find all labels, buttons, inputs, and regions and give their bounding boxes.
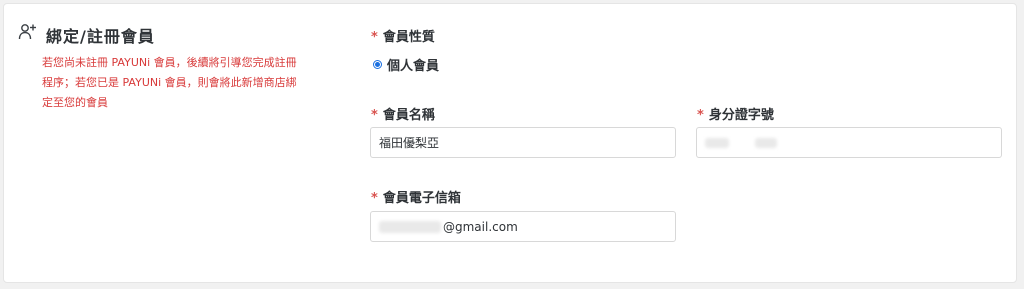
radio-personal-member[interactable]: 個人會員: [373, 55, 439, 74]
bind-member-card: 綁定/註冊會員 若您尚未註冊 PAYUNi 會員，後續將引導您完成註冊 程序；若…: [3, 3, 1017, 283]
note-line: 程序；若您已是 PAYUNi 會員，則會將此新增商店綁: [42, 76, 297, 89]
email-label: * 會員電子信箱: [371, 187, 461, 206]
radio-personal-member-label: 個人會員: [387, 59, 440, 74]
required-mark: *: [371, 108, 378, 123]
member-type-label: * 會員性質: [371, 26, 435, 45]
required-mark: *: [697, 108, 704, 123]
id-number-input[interactable]: [696, 127, 1002, 158]
member-name-input[interactable]: 福田優梨亞: [370, 127, 676, 158]
id-number-label: * 身分證字號: [697, 104, 774, 123]
registration-note: 若您尚未註冊 PAYUNi 會員，後續將引導您完成註冊 程序；若您已是 PAYU…: [42, 53, 332, 113]
section-title: 綁定/註冊會員: [46, 27, 155, 46]
redacted-text: [755, 137, 777, 148]
required-mark: *: [371, 191, 378, 206]
member-name-label-text: 會員名稱: [382, 108, 435, 123]
required-mark: *: [371, 30, 378, 45]
member-name-value: 福田優梨亞: [379, 136, 440, 150]
member-type-label-text: 會員性質: [382, 30, 435, 45]
radio-button[interactable]: [373, 60, 382, 69]
note-line: 若您尚未註冊 PAYUNi 會員，後續將引導您完成註冊: [42, 56, 297, 69]
redacted-text: [379, 220, 441, 233]
add-user-icon: [18, 24, 36, 40]
email-label-text: 會員電子信箱: [382, 191, 461, 206]
email-value: @gmail.com: [443, 219, 518, 234]
note-line: 定至您的會員: [42, 96, 108, 109]
member-name-label: * 會員名稱: [371, 104, 435, 123]
id-number-label-text: 身分證字號: [708, 108, 774, 123]
email-input[interactable]: @gmail.com: [370, 211, 676, 242]
redacted-text: [705, 137, 729, 148]
